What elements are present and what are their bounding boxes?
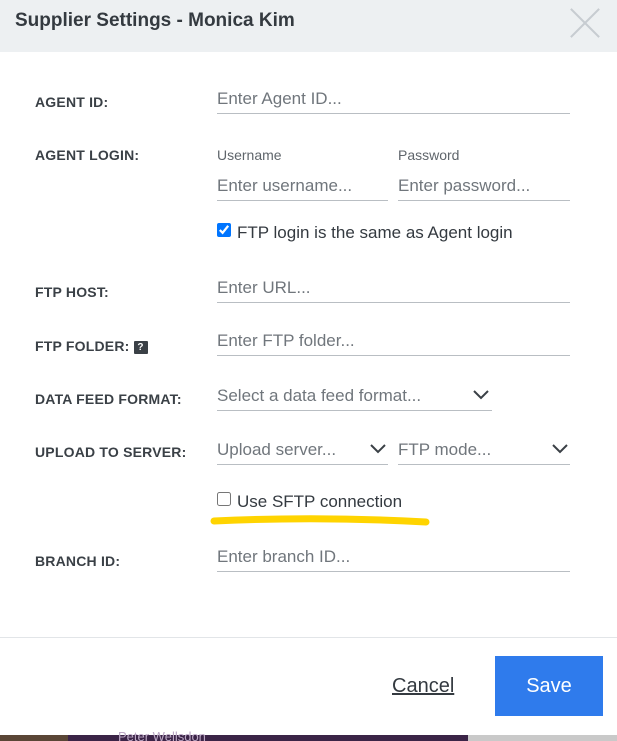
ftp-folder-label-row: FTP FOLDER:? [35, 338, 148, 354]
password-label: Password [398, 147, 460, 163]
save-button[interactable]: Save [495, 656, 603, 716]
use-sftp-checkbox[interactable] [217, 492, 231, 506]
use-sftp-row: Use SFTP connection [217, 492, 402, 512]
username-input[interactable] [217, 176, 388, 201]
help-icon[interactable]: ? [133, 341, 148, 354]
upload-server-select[interactable]: Upload server... [217, 440, 388, 465]
chevron-down-icon [370, 444, 386, 454]
agent-id-input[interactable] [217, 89, 570, 114]
data-feed-format-select[interactable]: Select a data feed format... [217, 386, 492, 411]
supplier-settings-dialog: Supplier Settings - Monica Kim AGENT ID:… [0, 0, 617, 741]
ftp-folder-label: FTP FOLDER: [35, 338, 130, 354]
chevron-down-icon [473, 390, 489, 400]
username-label: Username [217, 147, 282, 163]
ftp-same-login-row: FTP login is the same as Agent login [217, 223, 513, 243]
background-partial-text: Peter Wellsdon [118, 731, 206, 741]
branch-id-input[interactable] [217, 547, 570, 572]
data-feed-format-value: Select a data feed format... [217, 386, 422, 405]
ftp-mode-select[interactable]: FTP mode... [398, 440, 570, 465]
ftp-folder-input[interactable] [217, 331, 570, 356]
close-icon[interactable] [569, 6, 601, 38]
agent-login-label: AGENT LOGIN: [35, 147, 140, 163]
password-input[interactable] [398, 176, 570, 201]
dialog-title: Supplier Settings - Monica Kim [15, 10, 295, 31]
background-thumbnail [0, 735, 68, 741]
ftp-mode-value: FTP mode... [398, 440, 492, 459]
use-sftp-label: Use SFTP connection [237, 492, 403, 511]
highlight-underline [210, 515, 430, 526]
footer-divider [0, 637, 617, 638]
ftp-host-label: FTP HOST: [35, 284, 109, 300]
background-panel [468, 735, 617, 741]
ftp-same-login-label: FTP login is the same as Agent login [237, 223, 513, 242]
dialog-header: Supplier Settings - Monica Kim [0, 0, 617, 52]
ftp-host-input[interactable] [217, 278, 570, 303]
upload-server-value: Upload server... [217, 440, 337, 459]
cancel-button[interactable]: Cancel [392, 675, 454, 698]
upload-to-server-label: UPLOAD TO SERVER: [35, 444, 187, 460]
ftp-same-login-checkbox[interactable] [217, 223, 231, 237]
branch-id-label: BRANCH ID: [35, 553, 121, 569]
agent-id-label: AGENT ID: [35, 94, 109, 110]
chevron-down-icon [552, 444, 568, 454]
data-feed-format-label: DATA FEED FORMAT: [35, 391, 182, 407]
